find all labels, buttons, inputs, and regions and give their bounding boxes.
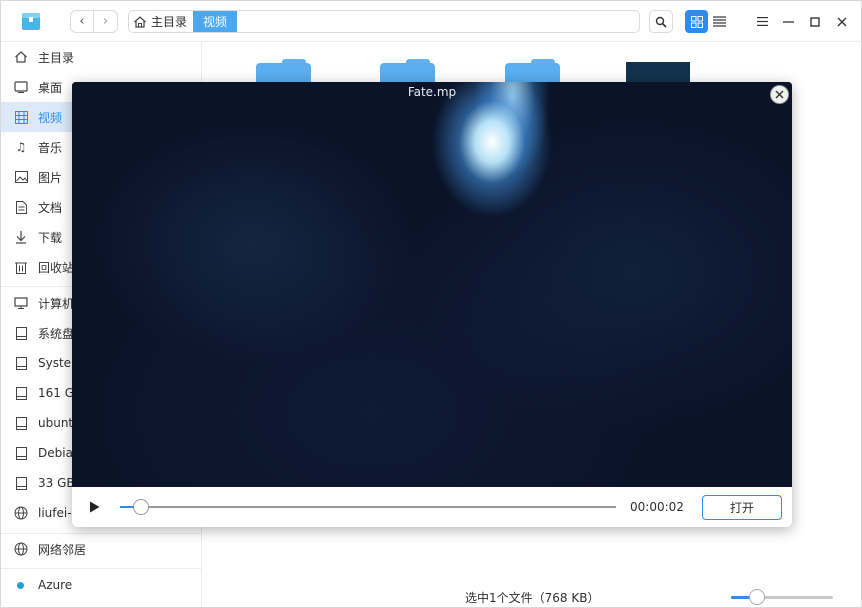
breadcrumb-current[interactable]: 视频	[193, 11, 238, 32]
zoom-slider-handle[interactable]	[749, 589, 765, 605]
playback-time: 00:00:02	[630, 500, 684, 514]
computer-icon	[13, 295, 29, 311]
folder-item[interactable]	[256, 59, 311, 84]
close-icon	[837, 17, 847, 26]
sidebar-divider	[1, 568, 202, 569]
progress-bar[interactable]	[120, 506, 616, 508]
chevron-left-icon: ‹	[79, 14, 85, 29]
trash-icon	[13, 259, 29, 275]
sidebar-item-label: 图片	[38, 170, 63, 185]
list-icon	[713, 16, 726, 27]
network-share-icon	[13, 505, 29, 521]
sidebar-item-label: 系统盘	[38, 326, 75, 341]
forward-button[interactable]: ›	[94, 10, 118, 33]
disk-icon	[13, 355, 29, 371]
picture-icon	[13, 169, 29, 185]
disk-icon	[13, 325, 29, 341]
video-frame[interactable]	[72, 82, 792, 487]
app-logo-icon	[19, 9, 43, 33]
titlebar: ‹ › 主目录 视频	[1, 1, 861, 42]
sidebar-item-label: 下载	[38, 230, 63, 245]
document-icon	[13, 199, 29, 215]
video-preview-dialog: Fate.mp 00:00:02 打开	[72, 82, 792, 527]
breadcrumb-home[interactable]: 主目录	[129, 11, 193, 32]
folder-item[interactable]	[505, 59, 560, 84]
chevron-right-icon: ›	[102, 14, 109, 29]
download-icon	[13, 229, 29, 245]
disk-icon	[13, 385, 29, 401]
back-button[interactable]: ‹	[70, 10, 94, 33]
desktop-icon	[13, 79, 29, 95]
list-view-button[interactable]	[708, 10, 731, 33]
icon-view-button[interactable]	[685, 10, 708, 33]
close-icon	[775, 90, 784, 99]
hamburger-icon	[756, 17, 768, 26]
sidebar-item-label: 桌面	[38, 80, 63, 95]
disk-icon	[13, 475, 29, 491]
tag-dot-icon	[17, 581, 24, 589]
folder-item[interactable]	[380, 59, 435, 84]
video-icon	[13, 109, 29, 125]
sidebar-item-label: 主目录	[38, 50, 75, 65]
music-icon: ♫	[15, 140, 27, 154]
playback-controls: 00:00:02 打开	[72, 487, 792, 527]
disk-icon	[13, 445, 29, 461]
sidebar-item-label: 视频	[38, 110, 63, 125]
sidebar-item-label: 文档	[38, 200, 63, 215]
close-dialog-button[interactable]	[770, 85, 789, 104]
sidebar-item-label: 网络邻居	[38, 542, 87, 557]
home-icon	[13, 49, 29, 65]
sidebar-item-label: 音乐	[38, 140, 63, 155]
minimize-button[interactable]	[778, 10, 798, 33]
minimize-icon	[782, 20, 794, 23]
play-button[interactable]	[86, 499, 102, 515]
status-text: 选中1个文件（768 KB）	[465, 591, 600, 605]
home-icon	[134, 15, 146, 28]
play-icon	[89, 501, 99, 513]
main-menu-button[interactable]	[752, 10, 772, 33]
sidebar-item-label: 计算机	[38, 296, 75, 311]
disk-icon	[13, 415, 29, 431]
maximize-icon	[810, 16, 820, 27]
sidebar-item-home[interactable]: 主目录	[1, 42, 202, 72]
network-icon	[13, 541, 29, 557]
search-button[interactable]	[649, 10, 673, 33]
sidebar-item-azure-tag[interactable]: Azure	[1, 570, 202, 600]
grid-icon	[690, 15, 703, 28]
progress-handle[interactable]	[133, 499, 149, 515]
search-icon	[655, 16, 667, 28]
breadcrumb: 主目录 视频	[128, 10, 640, 33]
dialog-title: Fate.mp	[407, 85, 457, 99]
open-button[interactable]: 打开	[702, 495, 782, 520]
sidebar-item-label: 回收站	[38, 260, 75, 275]
sidebar-item-network[interactable]: 网络邻居	[1, 534, 202, 564]
sidebar-item-label: 33 GB	[38, 476, 75, 490]
close-window-button[interactable]	[832, 10, 852, 33]
file-manager-window: ‹ › 主目录 视频 主目录 桌面 视频 ♫ 音乐 图片 文档 下载 回收站 计…	[0, 0, 862, 608]
video-thumbnail[interactable]	[626, 62, 690, 84]
maximize-button[interactable]	[805, 10, 825, 33]
breadcrumb-home-label: 主目录	[151, 15, 188, 29]
sidebar-item-label: Azure	[38, 578, 73, 592]
